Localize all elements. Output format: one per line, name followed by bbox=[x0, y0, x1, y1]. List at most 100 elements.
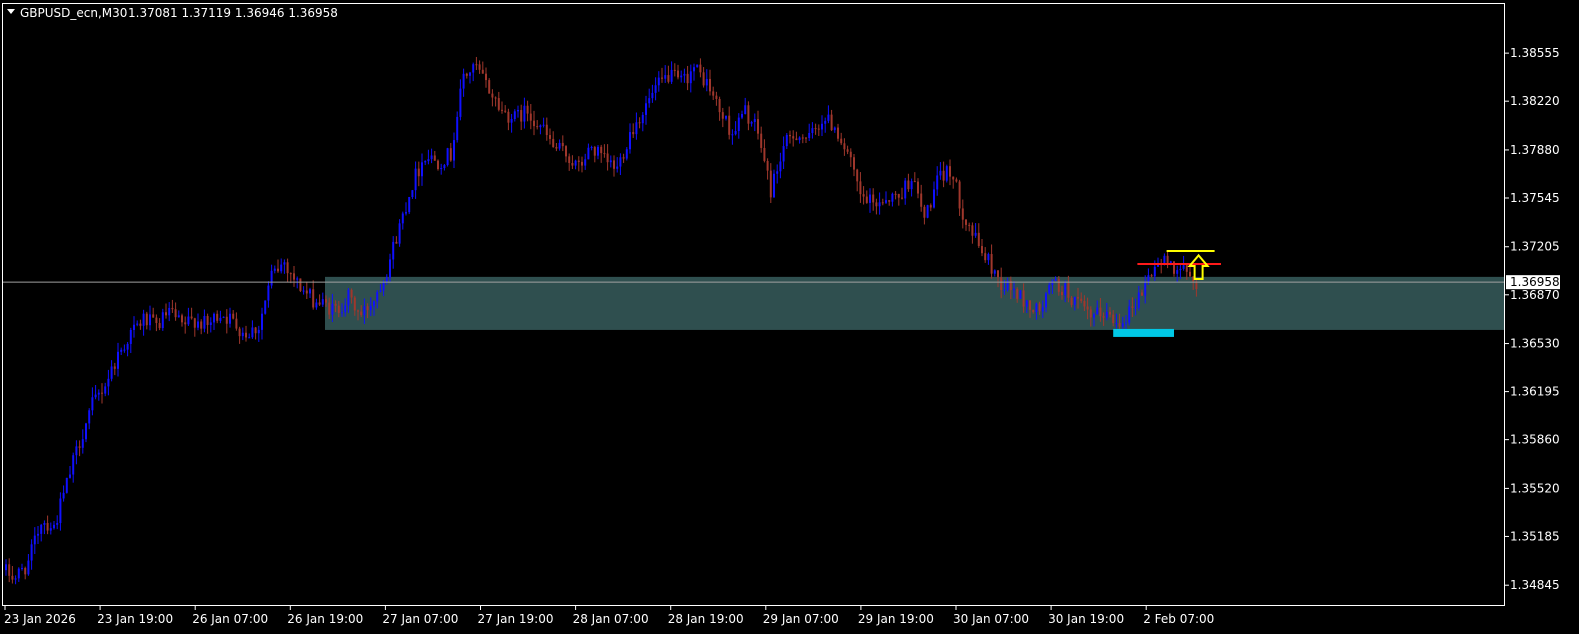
candle-body bbox=[977, 232, 980, 247]
candle-body bbox=[1134, 307, 1137, 309]
candle-body bbox=[136, 323, 139, 325]
candle-body bbox=[161, 312, 164, 329]
consolidation-zone[interactable] bbox=[325, 276, 1505, 330]
candle-body bbox=[808, 132, 811, 139]
price-chart[interactable]: 1.38555 1.38220 1.37880 1.37545 1.37205 1.368… bbox=[0, 0, 1579, 634]
candle-body bbox=[1089, 309, 1092, 318]
candle-body bbox=[728, 115, 731, 135]
candle-body bbox=[1150, 275, 1153, 277]
candle-body bbox=[315, 302, 318, 308]
candle-body bbox=[56, 523, 59, 525]
candle-body bbox=[1000, 277, 1003, 291]
candle-body bbox=[734, 130, 737, 135]
candle-body bbox=[475, 64, 478, 66]
candle-body bbox=[590, 147, 593, 149]
support-line[interactable] bbox=[1113, 328, 1174, 337]
candle-body bbox=[571, 162, 574, 166]
candle-body bbox=[344, 305, 347, 313]
candle-body bbox=[536, 126, 539, 128]
candle-body bbox=[699, 64, 702, 73]
current-price-label: 1.36958 bbox=[1510, 275, 1560, 289]
candle-body bbox=[520, 110, 523, 122]
candle-body bbox=[971, 225, 974, 236]
candle-body bbox=[821, 123, 823, 130]
candle-body bbox=[840, 138, 843, 144]
candle-body bbox=[942, 170, 945, 181]
candle-body bbox=[449, 148, 452, 161]
candle-body bbox=[837, 127, 839, 139]
candle-body bbox=[411, 190, 414, 198]
candle-body bbox=[702, 72, 705, 86]
symbol-label: GBPUSD_ecn,M30 bbox=[20, 6, 127, 20]
candle-body bbox=[1169, 261, 1172, 263]
candle-body bbox=[145, 313, 148, 326]
candle-body bbox=[91, 397, 94, 411]
candle-body bbox=[280, 264, 283, 272]
candle-body bbox=[529, 113, 532, 121]
candle-body bbox=[5, 564, 7, 571]
candle-body bbox=[629, 132, 631, 150]
candle-body bbox=[245, 332, 247, 338]
candle-body bbox=[11, 575, 14, 580]
candle-body bbox=[78, 446, 81, 448]
candle-body bbox=[910, 181, 913, 190]
candle-body bbox=[552, 138, 555, 148]
candle-body bbox=[830, 114, 833, 131]
candle-body bbox=[446, 148, 449, 166]
candle-body bbox=[1176, 270, 1179, 274]
candle-body bbox=[1179, 268, 1182, 271]
candle-body bbox=[1070, 297, 1073, 305]
chart-header[interactable]: GBPUSD_ecn,M30 1.37081 1.37119 1.36946 1… bbox=[7, 6, 338, 20]
candle-body bbox=[1035, 303, 1038, 313]
candle-body bbox=[302, 290, 305, 292]
candle-body bbox=[955, 179, 958, 182]
candle-body bbox=[1128, 306, 1131, 323]
candle-body bbox=[1105, 311, 1108, 318]
candle-body bbox=[904, 180, 907, 199]
candle-body bbox=[1057, 278, 1060, 292]
candle-body bbox=[872, 194, 875, 203]
candle-body bbox=[459, 88, 462, 117]
candle-body bbox=[417, 168, 420, 177]
candle-body bbox=[165, 312, 167, 316]
candle-body bbox=[574, 160, 577, 166]
candle-body bbox=[225, 316, 228, 324]
candle-body bbox=[1147, 275, 1150, 282]
candle-body bbox=[641, 114, 644, 124]
candle-body bbox=[305, 290, 308, 294]
candle-body bbox=[299, 278, 302, 291]
candle-body bbox=[936, 175, 939, 190]
candle-body bbox=[1013, 288, 1015, 291]
candle-body bbox=[360, 311, 363, 316]
time-tick-label: 27 Jan 19:00 bbox=[478, 612, 554, 626]
candle-body bbox=[987, 254, 990, 261]
candle-body bbox=[363, 306, 366, 316]
candle-body bbox=[331, 303, 334, 315]
candle-body bbox=[654, 85, 657, 93]
candle-body bbox=[472, 64, 475, 73]
candle-body bbox=[283, 262, 286, 265]
candle-body bbox=[350, 289, 353, 298]
candle-body bbox=[40, 524, 43, 534]
candle-body bbox=[379, 290, 382, 293]
price-tick-label: 1.34845 bbox=[1510, 578, 1560, 592]
candle-body bbox=[894, 193, 897, 195]
candle-body bbox=[609, 160, 612, 163]
candle-body bbox=[203, 315, 206, 329]
candle-body bbox=[43, 522, 46, 525]
candle-body bbox=[526, 105, 529, 114]
candle-body bbox=[965, 219, 967, 225]
candle-body bbox=[1118, 323, 1121, 327]
candle-body bbox=[369, 305, 372, 311]
candle-body bbox=[168, 307, 171, 316]
candle-body bbox=[997, 270, 999, 278]
candle-body bbox=[897, 193, 900, 198]
candle-body bbox=[1048, 285, 1051, 294]
candle-body bbox=[33, 535, 36, 545]
candle-body bbox=[187, 316, 190, 325]
candle-body bbox=[238, 328, 241, 337]
candle-body bbox=[549, 135, 551, 139]
candle-body bbox=[353, 297, 356, 311]
candle-body bbox=[814, 128, 817, 130]
candle-body bbox=[801, 137, 804, 139]
